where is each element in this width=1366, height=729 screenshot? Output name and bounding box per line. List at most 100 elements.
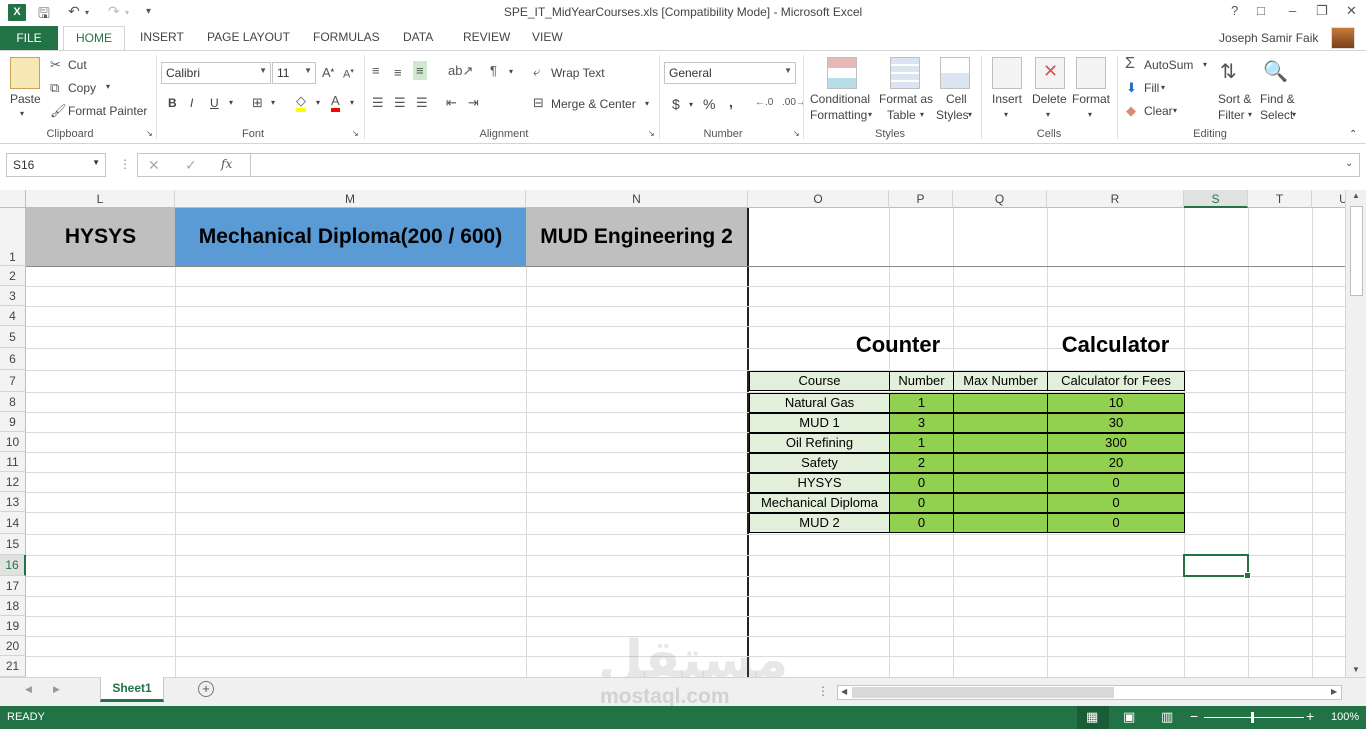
copy-dropdown-icon[interactable]: ▾	[106, 82, 110, 91]
wrap-text-button[interactable]: Wrap Text	[551, 66, 605, 80]
fill-color-dropdown-icon[interactable]: ▾	[316, 98, 320, 107]
table-row-max-number[interactable]	[953, 493, 1048, 513]
horizontal-scrollbar[interactable]: ◀ ▶	[837, 685, 1342, 700]
table-row-fees[interactable]: 30	[1047, 413, 1185, 433]
align-middle-icon[interactable]: ≡	[394, 65, 402, 80]
sort-filter-icon[interactable]: ⇅	[1220, 59, 1237, 84]
ribbon-display-icon[interactable]: □	[1257, 3, 1265, 18]
row-header-3[interactable]: 3	[0, 286, 26, 306]
number-format-combo[interactable]: General ▼	[664, 62, 796, 84]
column-header-u[interactable]: U	[1312, 190, 1345, 208]
sort-filter-label-2[interactable]: Filter	[1218, 108, 1245, 122]
find-select-label-1[interactable]: Find &	[1260, 92, 1295, 106]
sheet-scroll-left-icon[interactable]: ◀	[25, 684, 32, 695]
column-header-n[interactable]: N	[526, 190, 748, 208]
row-header-1[interactable]: 1	[0, 208, 26, 266]
table-row-fees[interactable]: 10	[1047, 393, 1185, 413]
cell-m1-mechanical-diploma[interactable]: Mechanical Diploma(200 / 600)	[175, 208, 526, 266]
fill-button[interactable]: Fill	[1144, 81, 1159, 95]
format-cells-icon[interactable]	[1076, 57, 1106, 89]
currency-dropdown-icon[interactable]: ▾	[689, 100, 693, 109]
tab-split-grip-icon[interactable]: ⋮	[817, 684, 829, 698]
horizontal-scroll-thumb[interactable]	[852, 687, 1114, 698]
scroll-left-icon[interactable]: ◀	[841, 687, 847, 696]
align-top-icon[interactable]: ≡	[372, 63, 380, 78]
conditional-formatting-label-2[interactable]: Formatting	[810, 108, 867, 122]
merge-center-button[interactable]: Merge & Center	[551, 97, 636, 111]
row-header-8[interactable]: 8	[0, 392, 26, 412]
tab-data[interactable]: DATA	[403, 30, 433, 44]
table-row-course[interactable]: Natural Gas	[749, 393, 890, 413]
table-row-number[interactable]: 1	[889, 433, 954, 453]
font-name-combo[interactable]: Calibri ▼	[161, 62, 271, 84]
align-left-icon[interactable]: ☰	[372, 95, 384, 111]
page-break-view-icon[interactable]: ▥	[1161, 709, 1173, 725]
table-row-fees[interactable]: 20	[1047, 453, 1185, 473]
find-select-label-2[interactable]: Select	[1260, 108, 1293, 122]
table-row-max-number[interactable]	[953, 513, 1048, 533]
tab-formulas[interactable]: FORMULAS	[313, 30, 380, 44]
row-header-19[interactable]: 19	[0, 616, 26, 636]
delete-button[interactable]: Delete	[1032, 92, 1067, 106]
tab-page-layout[interactable]: PAGE LAYOUT	[207, 30, 290, 44]
table-row-course[interactable]: Mechanical Diploma	[749, 493, 890, 513]
currency-button[interactable]: $	[672, 96, 680, 112]
fill-color-icon[interactable]: ◇	[296, 93, 306, 112]
column-header-r[interactable]: R	[1047, 190, 1184, 208]
font-color-icon[interactable]: A	[331, 93, 340, 112]
row-header-15[interactable]: 15	[0, 534, 26, 555]
scroll-right-icon[interactable]: ▶	[1331, 687, 1337, 696]
table-row-max-number[interactable]	[953, 413, 1048, 433]
font-color-dropdown-icon[interactable]: ▾	[350, 98, 354, 107]
insert-cells-icon[interactable]	[992, 57, 1022, 89]
cell-styles-dropdown-icon[interactable]: ▾	[968, 110, 972, 119]
delete-dropdown-icon[interactable]: ▾	[1046, 110, 1050, 119]
grow-font-icon[interactable]: A▴	[322, 65, 334, 80]
orientation-icon[interactable]: ab↗	[448, 63, 473, 79]
row-header-2[interactable]: 2	[0, 266, 26, 286]
column-header-s[interactable]: S	[1184, 190, 1248, 208]
collapse-ribbon-icon[interactable]: ⌃	[1349, 129, 1357, 140]
sheet-scroll-right-icon[interactable]: ▶	[53, 684, 60, 695]
cell-styles-icon[interactable]	[940, 57, 970, 89]
table-row-course[interactable]: MUD 2	[749, 513, 890, 533]
zoom-slider-thumb[interactable]	[1251, 712, 1254, 723]
table-row-fees[interactable]: 0	[1047, 513, 1185, 533]
name-box[interactable]: S16 ▼	[6, 153, 106, 177]
cut-icon[interactable]: ✂	[50, 57, 61, 73]
format-painter-button[interactable]: Format Painter	[68, 104, 147, 118]
cell-l1-hysys[interactable]: HYSYS	[26, 208, 175, 266]
scroll-up-icon[interactable]: ▲	[1352, 191, 1360, 200]
italic-button[interactable]: I	[190, 96, 193, 110]
counter-title[interactable]: Counter	[808, 332, 988, 362]
sort-filter-label-1[interactable]: Sort &	[1218, 92, 1251, 106]
table-row-course[interactable]: Oil Refining	[749, 433, 890, 453]
insert-button[interactable]: Insert	[992, 92, 1022, 106]
font-launcher-icon[interactable]: ↘	[352, 129, 359, 138]
autosum-button[interactable]: AutoSum	[1144, 58, 1193, 72]
table-header-max-number[interactable]: Max Number	[953, 371, 1048, 391]
format-button[interactable]: Format	[1072, 92, 1110, 106]
underline-button[interactable]: U	[210, 96, 219, 110]
cell-n1-mud-engineering[interactable]: MUD Engineering 2	[526, 208, 747, 266]
table-row-number[interactable]: 1	[889, 393, 954, 413]
selected-cell-s16[interactable]	[1183, 554, 1251, 579]
table-row-fees[interactable]: 300	[1047, 433, 1185, 453]
align-center-icon[interactable]: ☰	[394, 95, 406, 111]
table-header-course[interactable]: Course	[749, 371, 890, 391]
tab-home[interactable]: HOME	[63, 26, 125, 51]
underline-dropdown-icon[interactable]: ▾	[229, 98, 233, 107]
expand-formula-bar-icon[interactable]: ⌄	[1345, 158, 1353, 169]
table-row-max-number[interactable]	[953, 453, 1048, 473]
increase-indent-icon[interactable]: ⇥	[468, 95, 479, 111]
row-header-4[interactable]: 4	[0, 306, 26, 326]
new-sheet-icon[interactable]: +	[198, 681, 214, 697]
format-table-dropdown-icon[interactable]: ▾	[920, 110, 924, 119]
table-row-number[interactable]: 0	[889, 513, 954, 533]
align-right-icon[interactable]: ☰	[416, 95, 428, 111]
table-row-course[interactable]: Safety	[749, 453, 890, 473]
fill-dropdown-icon[interactable]: ▾	[1161, 83, 1165, 92]
table-row-max-number[interactable]	[953, 393, 1048, 413]
font-size-combo[interactable]: 11 ▼	[272, 62, 316, 84]
tab-file[interactable]: FILE	[0, 26, 58, 50]
